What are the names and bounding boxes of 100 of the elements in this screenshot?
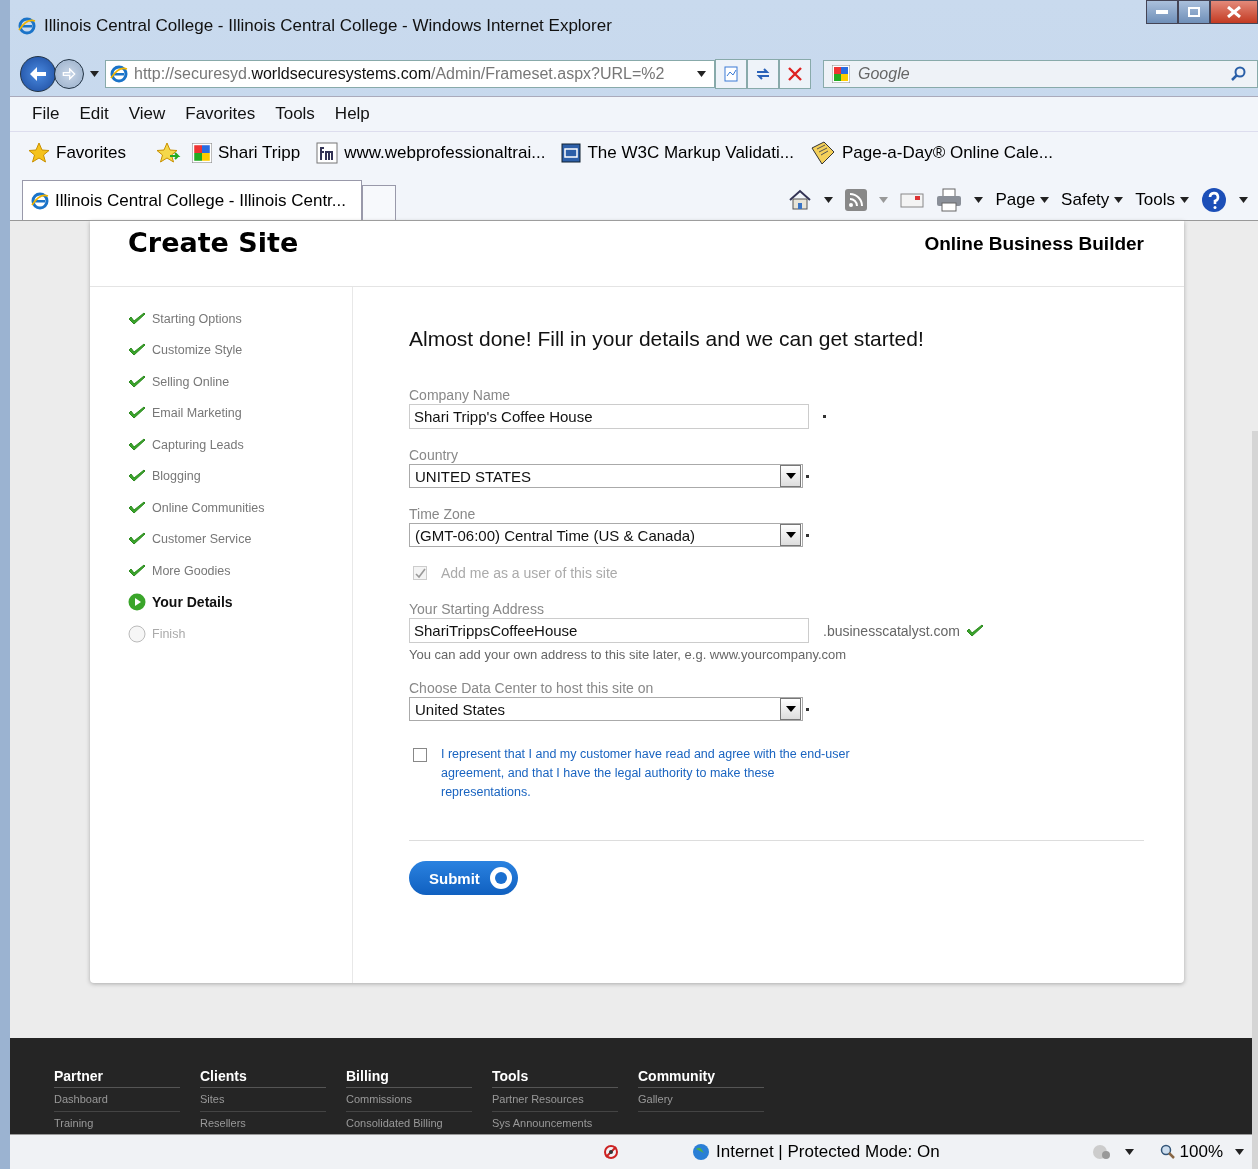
step-label: Selling Online [152, 374, 230, 389]
dropdown-button[interactable] [780, 524, 801, 546]
site-icon [316, 142, 339, 164]
agreement-text: I represent that I and my customer have read and agree with the end-user agreement, and that I have the legal authority to make these representations. [441, 746, 851, 801]
caret-icon [1040, 197, 1050, 203]
star-icon [28, 142, 50, 164]
step-label: Capturing Leads [152, 437, 244, 452]
step-label: Online Communities [152, 500, 265, 515]
minimize-button[interactable] [1146, 0, 1178, 24]
privacy-eye-icon[interactable] [602, 1143, 620, 1161]
command-menu[interactable]: Tools [1135, 190, 1189, 210]
security-zone[interactable]: Internet | Protected Mode: On [692, 1142, 940, 1162]
back-arrow-icon [28, 66, 48, 82]
calendar-icon [810, 140, 836, 166]
caret-icon[interactable] [974, 197, 984, 203]
menu-item[interactable]: View [128, 104, 166, 124]
mail-icon[interactable] [900, 191, 925, 209]
favorite-link[interactable]: Page-a-Day® Online Cale... [810, 140, 1053, 166]
menu-item[interactable]: Help [334, 104, 370, 124]
search-icon[interactable] [1231, 66, 1247, 82]
close-button[interactable] [1210, 0, 1258, 24]
search-provider-icon [832, 65, 850, 83]
menu-item[interactable]: Favorites [185, 104, 256, 124]
favorite-link[interactable]: Shari Tripp [191, 143, 301, 163]
caret-icon[interactable] [1124, 1149, 1134, 1155]
browser-logo-icon [110, 65, 128, 83]
browser-tab[interactable]: Illinois Central College - Illinois Centr... [22, 180, 362, 220]
data-center-select[interactable]: United States [409, 697, 803, 721]
menu-item[interactable]: Edit [79, 104, 109, 124]
radio-icon [487, 865, 514, 891]
command-menu[interactable]: Page [995, 190, 1050, 210]
site-icon [561, 143, 582, 163]
home-icon[interactable] [788, 189, 813, 211]
add-favorite-icon[interactable] [155, 142, 182, 164]
dropdown-button[interactable] [780, 698, 801, 720]
caret-icon[interactable] [697, 71, 706, 77]
caret-icon[interactable] [1239, 197, 1248, 203]
refresh-icon[interactable] [747, 59, 779, 89]
close-icon [1227, 6, 1241, 18]
favorite-link[interactable]: The W3C Markup Validati... [561, 143, 794, 163]
brand-name: Online Business Builder [924, 233, 1144, 255]
step-label: Starting Options [152, 311, 242, 326]
favorite-link[interactable]: www.webprofessionaltrai... [316, 142, 546, 164]
caret-icon[interactable] [1235, 1149, 1244, 1155]
zoom-level[interactable]: 100% [1159, 1142, 1223, 1162]
time-zone-select[interactable]: (GMT-06:00) Central Time (US & Canada) [409, 523, 803, 547]
footer-link[interactable]: Sites [200, 1088, 326, 1112]
search-field[interactable]: Google [823, 60, 1258, 88]
field-label: Time Zone [409, 506, 477, 522]
help-icon[interactable] [1201, 187, 1227, 213]
step-label: Finish [152, 626, 186, 641]
window-title: Illinois Central College - Illinois Central College - Windows Internet Explorer [44, 16, 612, 36]
caret-icon[interactable] [90, 71, 99, 77]
company-name-field[interactable]: Shari Tripp's Coffee House [409, 404, 809, 429]
footer-heading: Billing [346, 1068, 472, 1088]
step-label: Customize Style [152, 343, 243, 357]
printer-icon[interactable] [936, 188, 963, 212]
menu-item[interactable]: File [32, 104, 60, 124]
field-label: Company Name [409, 387, 512, 403]
footer-link[interactable]: Commissions [346, 1088, 472, 1112]
minimize-icon [1156, 10, 1168, 14]
footer-link[interactable]: Gallery [638, 1088, 764, 1112]
site-icon [191, 143, 212, 163]
required-mark [806, 707, 809, 711]
field-label: Choose Data Center to host this site on [409, 680, 655, 696]
caret-icon[interactable] [824, 197, 834, 203]
page-title: Create Site [128, 227, 299, 258]
forward-arrow-icon [62, 68, 76, 80]
favorites-button[interactable]: Favorites [28, 142, 126, 164]
footer-heading: Community [638, 1068, 764, 1088]
globe-icon [692, 1143, 710, 1161]
starting-address-field[interactable]: ShariTrippsCoffeeHouse [409, 618, 809, 643]
forward-button[interactable] [54, 59, 84, 89]
back-button[interactable] [20, 56, 56, 92]
feed-icon[interactable] [845, 189, 868, 211]
checkbox-label: Add me as a user of this site [441, 565, 618, 581]
stop-icon[interactable] [779, 59, 811, 89]
hint-text: You can add your own address to this site later, e.g. www.yourcompany.com [409, 647, 848, 662]
address-field[interactable]: http://securesyd.worldsecuresystems.com/Admin/Frameset.aspx?URL=%2 [105, 60, 715, 88]
dropdown-button[interactable] [780, 465, 801, 487]
footer-link[interactable]: Partner Resources [492, 1088, 618, 1112]
new-tab-button[interactable] [362, 185, 396, 220]
caret-icon [785, 532, 796, 538]
menu-item[interactable]: Tools [275, 104, 315, 124]
caret-icon [785, 473, 796, 479]
domain-suffix: .businesscatalyst.com [823, 622, 960, 639]
country-select[interactable]: UNITED STATES [409, 464, 803, 488]
required-mark [823, 415, 826, 418]
command-menu[interactable]: Safety [1061, 190, 1124, 210]
caret-icon [1114, 197, 1124, 203]
submit-button[interactable]: Submit [409, 861, 518, 895]
step-label: Your Details [152, 594, 233, 610]
step-label: More Goodies [152, 563, 231, 578]
maximize-button[interactable] [1178, 0, 1210, 24]
checkbox[interactable] [413, 748, 427, 762]
footer-link[interactable]: Dashboard [54, 1088, 180, 1112]
scrollbar[interactable] [1252, 431, 1258, 1169]
globe-settings-icon[interactable] [1090, 1142, 1113, 1162]
magnifier-icon [1159, 1144, 1176, 1160]
maximize-icon [1188, 7, 1200, 17]
